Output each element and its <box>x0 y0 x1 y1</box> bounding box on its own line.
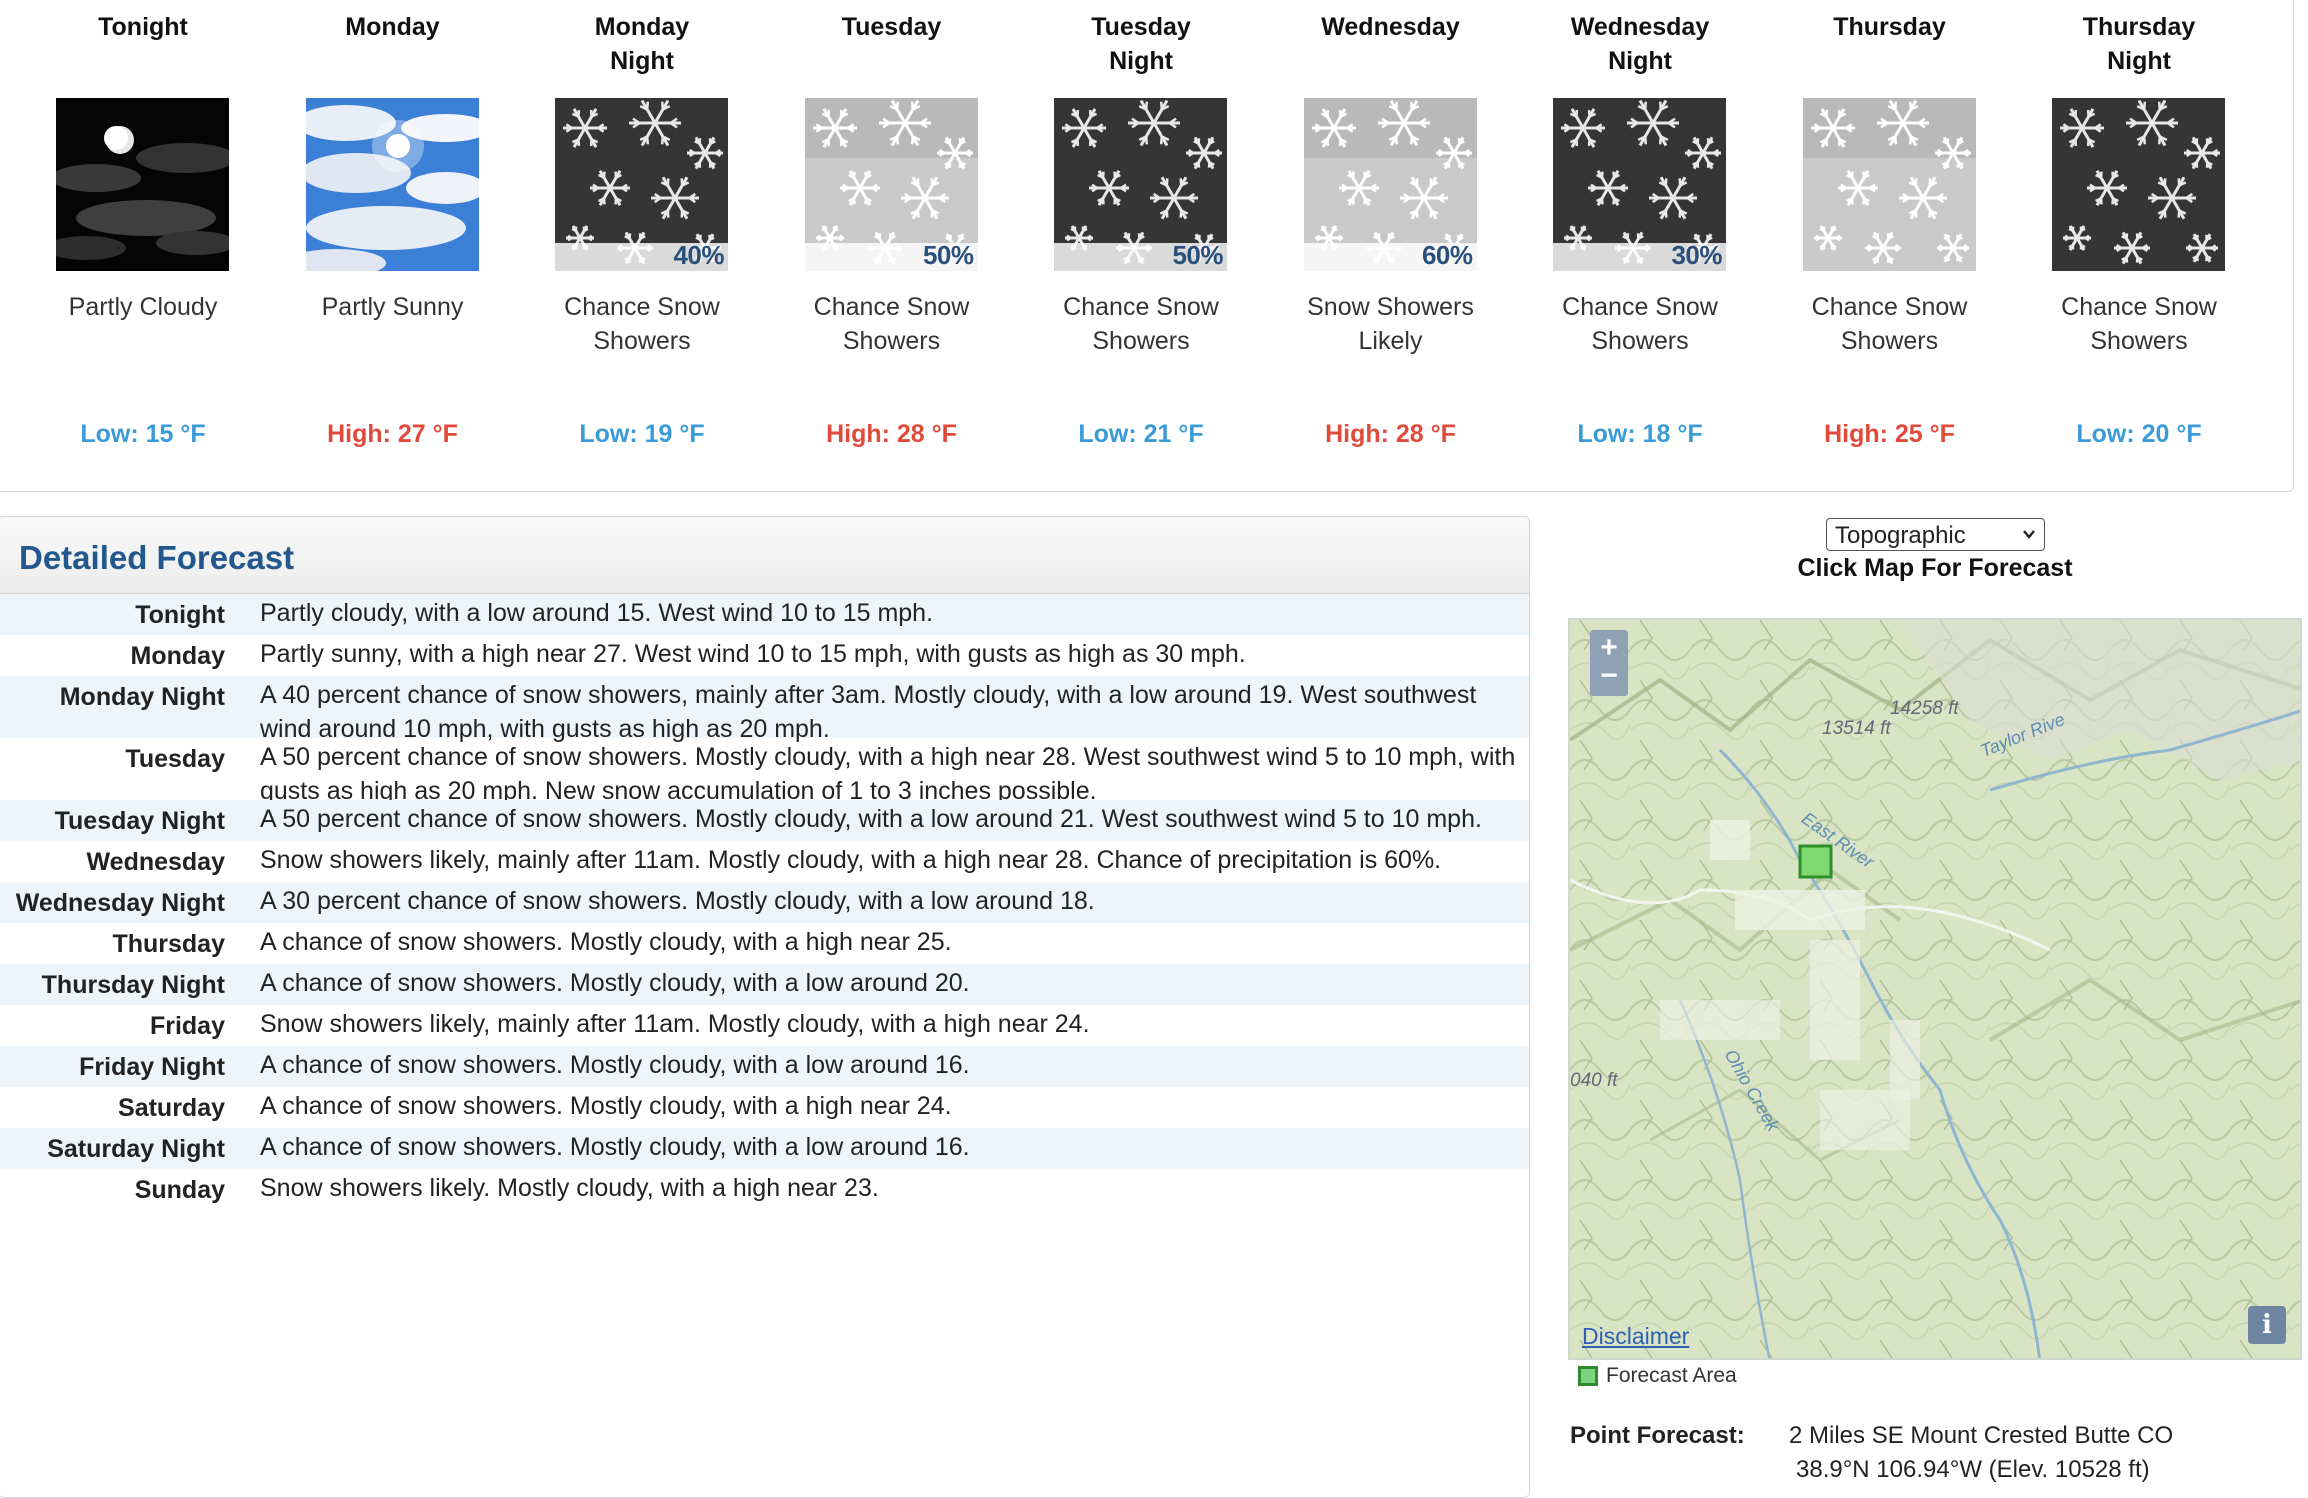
legend-label: Forecast Area <box>1606 1364 1737 1387</box>
row-forecast-text: A 30 percent chance of snow showers. Mos… <box>260 884 1522 918</box>
detailed-forecast-row: Thursday A chance of snow showers. Mostly… <box>0 923 1529 964</box>
detailed-forecast-row: Friday Snow showers likely, mainly after … <box>0 1005 1529 1046</box>
forecast-period[interactable]: ThursdayNight Chance SnowShowers Low: 20 °… <box>1984 0 2294 480</box>
row-period-label: Sunday <box>135 1173 225 1207</box>
short-forecast: Chance SnowShowers <box>1984 290 2294 358</box>
night-snow-icon[interactable]: 40% <box>555 98 728 271</box>
row-period-label: Monday <box>131 639 225 673</box>
row-period-label: Saturday Night <box>47 1132 225 1166</box>
map-layer-select[interactable]: Topographic <box>1826 518 2045 551</box>
row-forecast-text: A chance of snow showers. Mostly cloudy,… <box>260 1130 1522 1164</box>
elevation-label: 13514 ft <box>1822 718 1891 740</box>
row-forecast-text: Snow showers likely, mainly after 11am. … <box>260 843 1522 877</box>
forecast-map[interactable]: 14258 ft 13514 ft 040 ft Taylor Rive Eas… <box>1568 618 2302 1360</box>
row-period-label: Monday Night <box>60 680 225 714</box>
day-snow-icon[interactable]: 60% <box>1304 98 1477 271</box>
detailed-forecast-header: Detailed Forecast <box>0 517 1529 594</box>
row-period-label: Tuesday Night <box>55 804 225 838</box>
detailed-forecast-title: Detailed Forecast <box>19 539 294 577</box>
row-period-label: Friday <box>150 1009 225 1043</box>
click-map-label: Click Map For Forecast <box>1760 554 2110 583</box>
zoom-out-button[interactable]: − <box>1590 658 1628 696</box>
row-forecast-text: Partly sunny, with a high near 27. West … <box>260 637 1522 671</box>
row-period-label: Wednesday Night <box>16 886 225 920</box>
low-temperature: Low: 20 °F <box>1984 420 2294 449</box>
detailed-forecast-row: Saturday A chance of snow showers. Mostly… <box>0 1087 1529 1128</box>
detailed-forecast-row: Sunday Snow showers likely. Mostly cloudy… <box>0 1169 1529 1210</box>
map-legend: Forecast Area <box>1578 1364 1737 1388</box>
night-snow-icon[interactable]: 30% <box>1553 98 1726 271</box>
elevation-label: 040 ft <box>1570 1070 1618 1092</box>
row-period-label: Tonight <box>135 598 225 632</box>
elevation-label: 14258 ft <box>1890 698 1959 720</box>
map-layer-selected: Topographic <box>1835 522 1966 549</box>
precip-chance: 40% <box>673 240 724 271</box>
row-forecast-text: A chance of snow showers. Mostly cloudy,… <box>260 966 1522 1000</box>
precip-chance: 30% <box>1671 240 1722 271</box>
forecast-area-swatch <box>1578 1366 1598 1386</box>
detailed-forecast-row: Wednesday Night A 30 percent chance of sn… <box>0 882 1529 923</box>
info-button[interactable]: i <box>2248 1306 2286 1344</box>
night-snow-icon[interactable]: 50% <box>1054 98 1227 271</box>
chevron-down-icon <box>2022 527 2036 541</box>
row-forecast-text: Snow showers likely, mainly after 11am. … <box>260 1007 1522 1041</box>
precip-chance: 50% <box>1172 240 1223 271</box>
point-forecast-coords: 38.9°N 106.94°W (Elev. 10528 ft) <box>1796 1456 2150 1484</box>
row-forecast-text: A chance of snow showers. Mostly cloudy,… <box>260 1048 1522 1082</box>
point-forecast-label: Point Forecast: <box>1570 1422 1745 1450</box>
row-period-label: Friday Night <box>79 1050 225 1084</box>
precip-chance: 50% <box>923 240 974 271</box>
row-forecast-text: A chance of snow showers. Mostly cloudy,… <box>260 1089 1522 1123</box>
disclaimer-link[interactable]: Disclaimer <box>1582 1323 1689 1350</box>
row-forecast-text: Partly cloudy, with a low around 15. Wes… <box>260 596 1522 630</box>
detailed-forecast-row: Monday Partly sunny, with a high near 27.… <box>0 635 1529 676</box>
night-snow-icon[interactable] <box>2052 98 2225 271</box>
night-partly-cloudy-icon[interactable] <box>56 98 229 271</box>
row-forecast-text: A chance of snow showers. Mostly cloudy,… <box>260 925 1522 959</box>
topographic-map <box>1570 620 2302 1360</box>
row-period-label: Thursday Night <box>42 968 225 1002</box>
row-forecast-text: A 50 percent chance of snow showers. Mos… <box>260 740 1522 808</box>
detailed-forecast-row: Friday Night A chance of snow showers. Mo… <box>0 1046 1529 1087</box>
detailed-forecast-panel: Detailed Forecast Tonight Partly cloudy, … <box>0 516 1530 1498</box>
day-snow-icon[interactable] <box>1803 98 1976 271</box>
row-period-label: Tuesday <box>125 742 225 776</box>
precip-chance: 60% <box>1422 240 1473 271</box>
detailed-forecast-row: Wednesday Snow showers likely, mainly aft… <box>0 841 1529 882</box>
detailed-forecast-row: Tuesday Night A 50 percent chance of snow… <box>0 800 1529 841</box>
row-forecast-text: Snow showers likely. Mostly cloudy, with… <box>260 1171 1522 1205</box>
row-period-label: Thursday <box>112 927 225 961</box>
row-forecast-text: A 40 percent chance of snow showers, mai… <box>260 678 1522 746</box>
detailed-forecast-row: Thursday Night A chance of snow showers. … <box>0 964 1529 1005</box>
detailed-forecast-row: TuesdayA 50 percent chance of snow showe… <box>0 738 1529 800</box>
row-forecast-text: A 50 percent chance of snow showers. Mos… <box>260 802 1522 836</box>
day-snow-icon[interactable]: 50% <box>805 98 978 271</box>
detailed-forecast-row: Tonight Partly cloudy, with a low around … <box>0 594 1529 635</box>
detailed-forecast-row: Saturday Night A chance of snow showers. … <box>0 1128 1529 1169</box>
period-name: ThursdayNight <box>1984 10 2294 78</box>
detailed-forecast-row: Monday NightA 40 percent chance of snow … <box>0 676 1529 738</box>
forecast-area-marker[interactable] <box>1800 846 1831 877</box>
partly-sunny-icon[interactable] <box>306 98 479 271</box>
point-forecast-location: 2 Miles SE Mount Crested Butte CO <box>1789 1422 2173 1450</box>
row-period-label: Wednesday <box>87 845 225 879</box>
row-period-label: Saturday <box>118 1091 225 1125</box>
